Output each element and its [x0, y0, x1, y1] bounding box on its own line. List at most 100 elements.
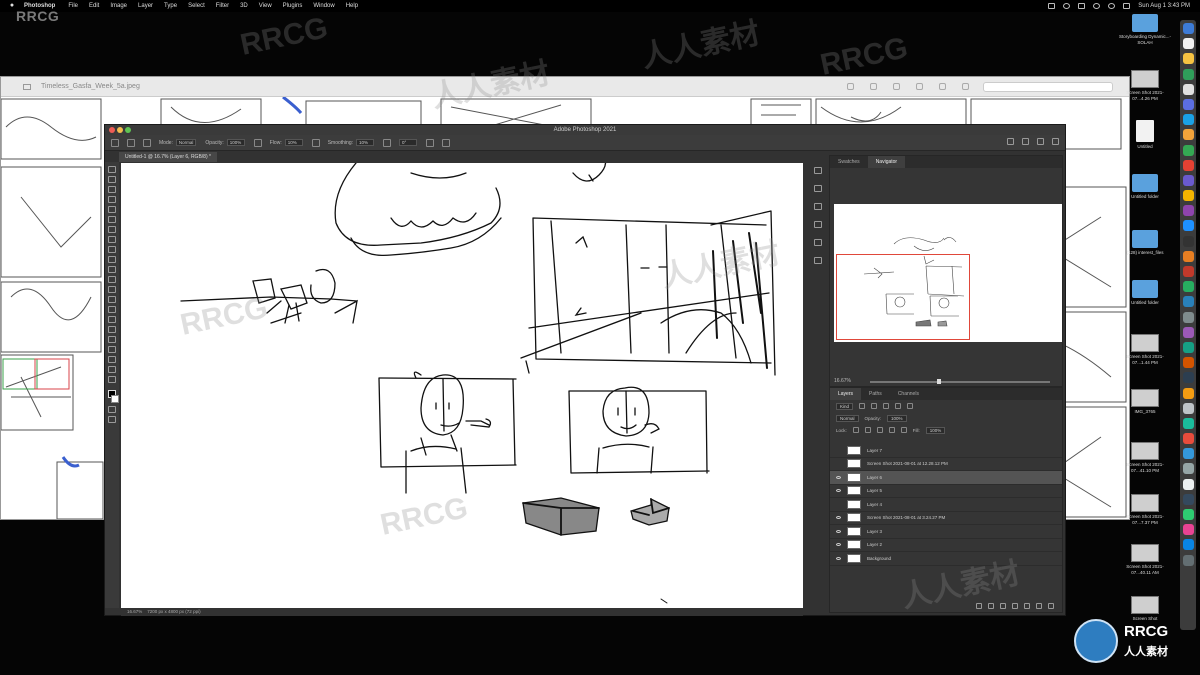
- close-window-icon[interactable]: [109, 127, 115, 133]
- navigator-zoom-slider[interactable]: [870, 379, 1050, 384]
- dock-app-icon[interactable]: [1182, 554, 1194, 566]
- visibility-eye-icon[interactable]: [833, 528, 843, 534]
- layer-style-icon[interactable]: [988, 603, 994, 609]
- shape-tool-icon[interactable]: [108, 346, 116, 353]
- crop-tool-icon[interactable]: [108, 206, 116, 213]
- add-mask-icon[interactable]: [1000, 603, 1006, 609]
- lasso-tool-icon[interactable]: [108, 186, 116, 193]
- visibility-eye-icon[interactable]: [833, 474, 843, 480]
- eyedropper-tool-icon[interactable]: [108, 226, 116, 233]
- quick-mask-icon[interactable]: [108, 406, 116, 413]
- tab-channels[interactable]: Channels: [890, 388, 927, 400]
- eraser-tool-icon[interactable]: [108, 276, 116, 283]
- desktop-item[interactable]: Screen Shot 2021-07...40.11 AM: [1118, 544, 1172, 575]
- angle-input[interactable]: 0°: [399, 139, 418, 146]
- dock-app-icon[interactable]: [1182, 448, 1194, 460]
- brush-panel-icon[interactable]: [814, 185, 822, 192]
- dodge-tool-icon[interactable]: [108, 306, 116, 313]
- history-panel-icon[interactable]: [814, 167, 822, 174]
- layer-row[interactable]: Layer 5: [830, 485, 1062, 498]
- desktop-item[interactable]: Screen Shot 2021-07...7.37 PM: [1118, 494, 1172, 525]
- lock-position-icon[interactable]: [876, 427, 883, 433]
- dock-app-icon[interactable]: [1182, 372, 1194, 384]
- path-select-tool-icon[interactable]: [108, 336, 116, 343]
- visibility-eye-icon[interactable]: [833, 488, 843, 494]
- dock-app-icon[interactable]: [1182, 129, 1194, 141]
- menu-window[interactable]: Window: [313, 3, 334, 9]
- minimize-window-icon[interactable]: [117, 127, 123, 133]
- dock-app-icon[interactable]: [1182, 524, 1194, 536]
- expand-icon[interactable]: [1052, 138, 1059, 145]
- filter-pixel-icon[interactable]: [859, 403, 866, 409]
- desktop-item[interactable]: Screen Shot 2021-07...4.26 PM: [1118, 70, 1172, 101]
- control-center-icon[interactable]: [1123, 3, 1131, 9]
- layer-row[interactable]: Layer 2: [830, 539, 1062, 552]
- search-icon[interactable]: [1022, 138, 1029, 145]
- healing-tool-icon[interactable]: [108, 236, 116, 243]
- dock-app-icon[interactable]: [1182, 38, 1194, 50]
- quick-select-tool-icon[interactable]: [108, 196, 116, 203]
- group-icon[interactable]: [1024, 603, 1030, 609]
- menu-3d[interactable]: 3D: [240, 3, 248, 9]
- desktop-item[interactable]: Screen Shot 2021-07...1.44 PM: [1118, 334, 1172, 365]
- flow-input[interactable]: 10%: [284, 139, 303, 146]
- menu-image[interactable]: Image: [110, 3, 127, 9]
- adjustment-layer-icon[interactable]: [1012, 603, 1018, 609]
- layer-row[interactable]: Background: [830, 552, 1062, 566]
- pressure-size-icon[interactable]: [426, 138, 435, 147]
- layer-opacity-input[interactable]: 100%: [887, 414, 907, 422]
- dock-app-icon[interactable]: [1182, 311, 1194, 323]
- battery-icon[interactable]: [1078, 3, 1086, 9]
- canvas[interactable]: [121, 163, 803, 609]
- menu-filter[interactable]: Filter: [216, 3, 229, 9]
- menu-plugins[interactable]: Plugins: [283, 3, 303, 9]
- marquee-tool-icon[interactable]: [108, 176, 116, 183]
- dock-app-icon[interactable]: [1182, 159, 1194, 171]
- desktop-item[interactable]: (128) interest_files: [1118, 230, 1172, 256]
- dock-app-icon[interactable]: [1182, 402, 1194, 414]
- share-icon[interactable]: [1007, 138, 1014, 145]
- smoothing-options-icon[interactable]: [383, 138, 392, 147]
- dock-app-icon[interactable]: [1182, 190, 1194, 202]
- dock-app-icon[interactable]: [1182, 114, 1194, 126]
- smoothing-input[interactable]: 10%: [356, 139, 375, 146]
- fill-input[interactable]: 100%: [925, 426, 946, 434]
- menu-select[interactable]: Select: [188, 3, 205, 9]
- dock-app-icon[interactable]: [1182, 478, 1194, 490]
- desktop-item[interactable]: Untitled folder: [1118, 280, 1172, 306]
- visibility-eye-icon[interactable]: [833, 501, 843, 507]
- libraries-panel-icon[interactable]: [814, 257, 822, 264]
- lock-image-icon[interactable]: [864, 427, 871, 433]
- brush-tool-icon[interactable]: [108, 246, 116, 253]
- brush-tool-preset-icon[interactable]: [127, 138, 135, 147]
- menu-type[interactable]: Type: [164, 3, 177, 9]
- status-zoom[interactable]: 16.67%: [127, 609, 142, 614]
- sidebar-toggle-icon[interactable]: [23, 83, 31, 90]
- dock-app-icon[interactable]: [1182, 326, 1194, 338]
- dock-app-icon[interactable]: [1182, 463, 1194, 475]
- layer-kind-select[interactable]: Kind: [836, 402, 854, 410]
- more-tools-icon[interactable]: [108, 376, 116, 383]
- dock-app-icon[interactable]: [1182, 509, 1194, 520]
- markup-icon[interactable]: [939, 83, 946, 90]
- layer-row[interactable]: Layer 3: [830, 525, 1062, 539]
- dropbox-icon[interactable]: [1048, 3, 1056, 9]
- visibility-eye-icon[interactable]: [833, 447, 843, 453]
- adjustments-panel-icon[interactable]: [814, 221, 822, 228]
- share-icon[interactable]: [916, 83, 923, 90]
- dock-app-icon[interactable]: [1182, 387, 1194, 399]
- visibility-eye-icon[interactable]: [833, 461, 843, 467]
- dock-app-icon[interactable]: [1182, 98, 1194, 110]
- rotate-icon[interactable]: [962, 83, 969, 90]
- dock-app-icon[interactable]: [1182, 68, 1194, 80]
- preview-search-field[interactable]: [983, 82, 1113, 92]
- dock-app-icon[interactable]: [1182, 281, 1194, 293]
- dock-app-icon[interactable]: [1182, 23, 1194, 34]
- dock-app-icon[interactable]: [1182, 357, 1194, 369]
- dock-app-icon[interactable]: [1182, 144, 1194, 156]
- dock-app-icon[interactable]: [1182, 220, 1194, 232]
- dock-app-icon[interactable]: [1182, 433, 1194, 445]
- navigator-zoom-thumb[interactable]: [937, 379, 941, 384]
- brush-settings-icon[interactable]: [143, 138, 151, 147]
- symmetry-icon[interactable]: [442, 138, 451, 147]
